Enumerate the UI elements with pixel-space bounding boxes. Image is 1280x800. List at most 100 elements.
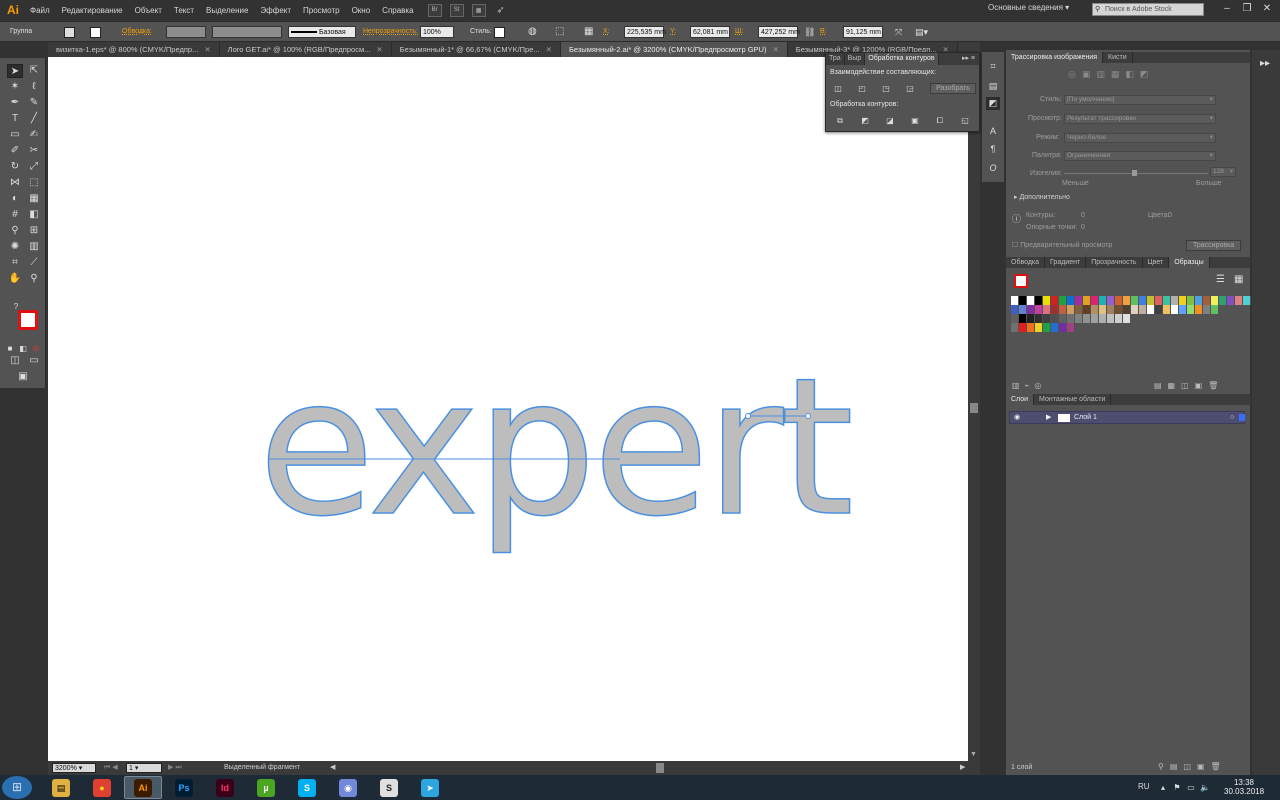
color-swatch[interactable] [1123, 296, 1131, 305]
color-swatch[interactable] [1059, 296, 1067, 305]
scroll-right-icon[interactable]: ▶ [960, 761, 965, 775]
scroll-down-icon[interactable]: ▼ [970, 751, 977, 758]
change-screen-mode-icon[interactable]: ▣ [15, 370, 31, 384]
color-swatch[interactable] [1059, 323, 1067, 332]
start-button[interactable]: ⊞ [2, 776, 32, 799]
list-view-icon[interactable]: ☰ [1216, 274, 1225, 285]
color-swatch[interactable] [1155, 305, 1163, 314]
opentype-icon[interactable]: O [986, 162, 1000, 175]
color-swatch[interactable] [1067, 305, 1075, 314]
menu-object[interactable]: Объект [129, 6, 168, 15]
artboard-nav-prev-icon[interactable]: ⏮ ◀ [104, 761, 118, 775]
color-swatch[interactable] [1043, 323, 1051, 332]
color-swatch[interactable] [1091, 305, 1099, 314]
stock-search-input[interactable]: ⚲ Поиск в Adobe Stock [1092, 3, 1204, 16]
reference-point-icon[interactable]: ▦ [584, 26, 593, 38]
color-swatch[interactable] [1083, 314, 1091, 323]
menu-help[interactable]: Справка [376, 6, 419, 15]
color-swatch[interactable] [1131, 296, 1139, 305]
line-tool-icon[interactable]: ╱ [26, 112, 42, 126]
tab-layers[interactable]: Слои [1006, 394, 1035, 405]
height-field[interactable]: 91,125 mm [843, 26, 883, 38]
color-swatch[interactable] [1019, 314, 1027, 323]
status-text[interactable]: Выделенный фрагмент [224, 761, 300, 775]
color-swatch[interactable] [1131, 305, 1139, 314]
thumbnail-view-icon[interactable]: ▦ [1234, 274, 1243, 285]
color-swatch[interactable] [1107, 305, 1115, 314]
stroke-color-icon[interactable] [18, 310, 38, 330]
color-swatch[interactable] [1099, 305, 1107, 314]
color-swatch[interactable] [1059, 314, 1067, 323]
color-swatch[interactable] [1059, 305, 1067, 314]
artboard-nav-next-icon[interactable]: ▶ ⏭ [168, 761, 182, 775]
taskbar-app-indesign[interactable]: Id [206, 776, 244, 799]
shape-builder-tool-icon[interactable]: ◐ [7, 192, 23, 206]
color-swatch[interactable] [1179, 296, 1187, 305]
expand-button[interactable]: Разобрать [930, 83, 976, 94]
tab-color[interactable]: Цвет [1143, 257, 1170, 268]
gpu-rocket-icon[interactable]: ➶ [494, 4, 508, 17]
bridge-icon[interactable]: Br [427, 3, 442, 17]
taskbar-app-photoshop[interactable]: Ps [165, 776, 203, 799]
menu-window[interactable]: Окно [346, 6, 377, 15]
color-swatch[interactable] [1051, 323, 1059, 332]
color-swatch[interactable] [1147, 296, 1155, 305]
language-indicator[interactable]: RU [1138, 782, 1150, 791]
color-swatch[interactable] [1027, 314, 1035, 323]
tab-artboards[interactable]: Монтажные области [1034, 394, 1112, 405]
scissors-tool-icon[interactable]: ✂ [26, 144, 42, 158]
stroke-label[interactable]: Обводка: [122, 26, 152, 38]
arrange-icon[interactable]: ▤▾ [915, 26, 928, 38]
workspace-switcher[interactable]: Основные сведения ▾ [988, 3, 1069, 12]
color-swatch[interactable] [1035, 305, 1043, 314]
color-swatch[interactable] [1043, 305, 1051, 314]
system-clock[interactable]: 13:38 30.03.2018 [1224, 778, 1264, 796]
color-swatch[interactable] [1067, 314, 1075, 323]
screen-mode-icon[interactable]: ▭ [26, 354, 42, 368]
color-swatch[interactable] [1027, 296, 1035, 305]
character-icon[interactable]: A [986, 125, 1000, 138]
none-mode-icon[interactable]: ⊘ [31, 342, 41, 353]
artboard-tool-icon[interactable]: ⌗ [7, 256, 23, 270]
color-swatch[interactable] [1011, 305, 1019, 314]
transform-icon[interactable]: ⤧ [895, 26, 902, 38]
type-tool-icon[interactable]: T [7, 112, 23, 126]
color-swatch[interactable] [1203, 296, 1211, 305]
doc-tab-untitled-2[interactable]: Безымянный-2.ai* @ 3200% (CMYK/Предпросм… [560, 42, 788, 57]
color-swatch[interactable] [1035, 314, 1043, 323]
color-swatch[interactable] [1187, 296, 1195, 305]
color-swatch[interactable] [1051, 305, 1059, 314]
variable-width-profile[interactable] [212, 26, 282, 38]
color-swatch[interactable] [1163, 296, 1171, 305]
maximize-icon[interactable]: ❐ [1240, 2, 1254, 16]
width-field[interactable]: 427,252 mm [758, 26, 800, 38]
color-swatch[interactable] [1019, 296, 1027, 305]
color-swatch[interactable] [1243, 296, 1251, 305]
color-swatch[interactable] [1043, 296, 1051, 305]
tab-transparency[interactable]: Прозрачность [1086, 257, 1143, 268]
taskbar-app-skype[interactable]: S [288, 776, 326, 799]
layer-row[interactable]: ◉ ▶ Слой 1 ○ [1009, 411, 1245, 424]
arrange-documents-icon[interactable]: ▦ [471, 3, 486, 17]
trace-view-select[interactable]: Результат трассировки [1064, 114, 1216, 124]
rotate-tool-icon[interactable]: ↻ [7, 160, 23, 174]
merge-icon[interactable]: ◪ [884, 116, 896, 126]
color-swatch[interactable] [1139, 296, 1147, 305]
taskbar-app-explorer[interactable]: ▤ [42, 776, 80, 799]
color-swatch[interactable] [1011, 314, 1019, 323]
preview-checkbox[interactable]: ☐ Предварительный просмотр [1012, 241, 1112, 249]
shaper-tool-icon[interactable]: ✐ [7, 144, 23, 158]
color-swatch[interactable] [1147, 305, 1155, 314]
doc-tab-untitled-1[interactable]: Безымянный-1* @ 66,67% (CMYK/Пре... ✕ [391, 42, 561, 57]
paragraph-icon[interactable]: ¶ [986, 143, 1000, 156]
crop-icon[interactable]: ▣ [909, 116, 921, 126]
constrain-proportions-icon[interactable]: ⛓ [804, 26, 815, 38]
tab-image-trace[interactable]: Трассировка изображения [1006, 52, 1104, 63]
color-swatch[interactable] [1211, 305, 1219, 314]
panel-menu-icon[interactable]: ▸▸ ≡ [958, 53, 979, 65]
collapse-panels-icon[interactable]: ▸▸ [1260, 58, 1270, 69]
horizontal-scroll-thumb[interactable] [656, 763, 664, 773]
color-swatch[interactable] [1235, 296, 1243, 305]
trace-palette-select[interactable]: Ограниченная [1064, 151, 1216, 161]
perspective-grid-tool-icon[interactable]: ▦ [26, 192, 42, 206]
